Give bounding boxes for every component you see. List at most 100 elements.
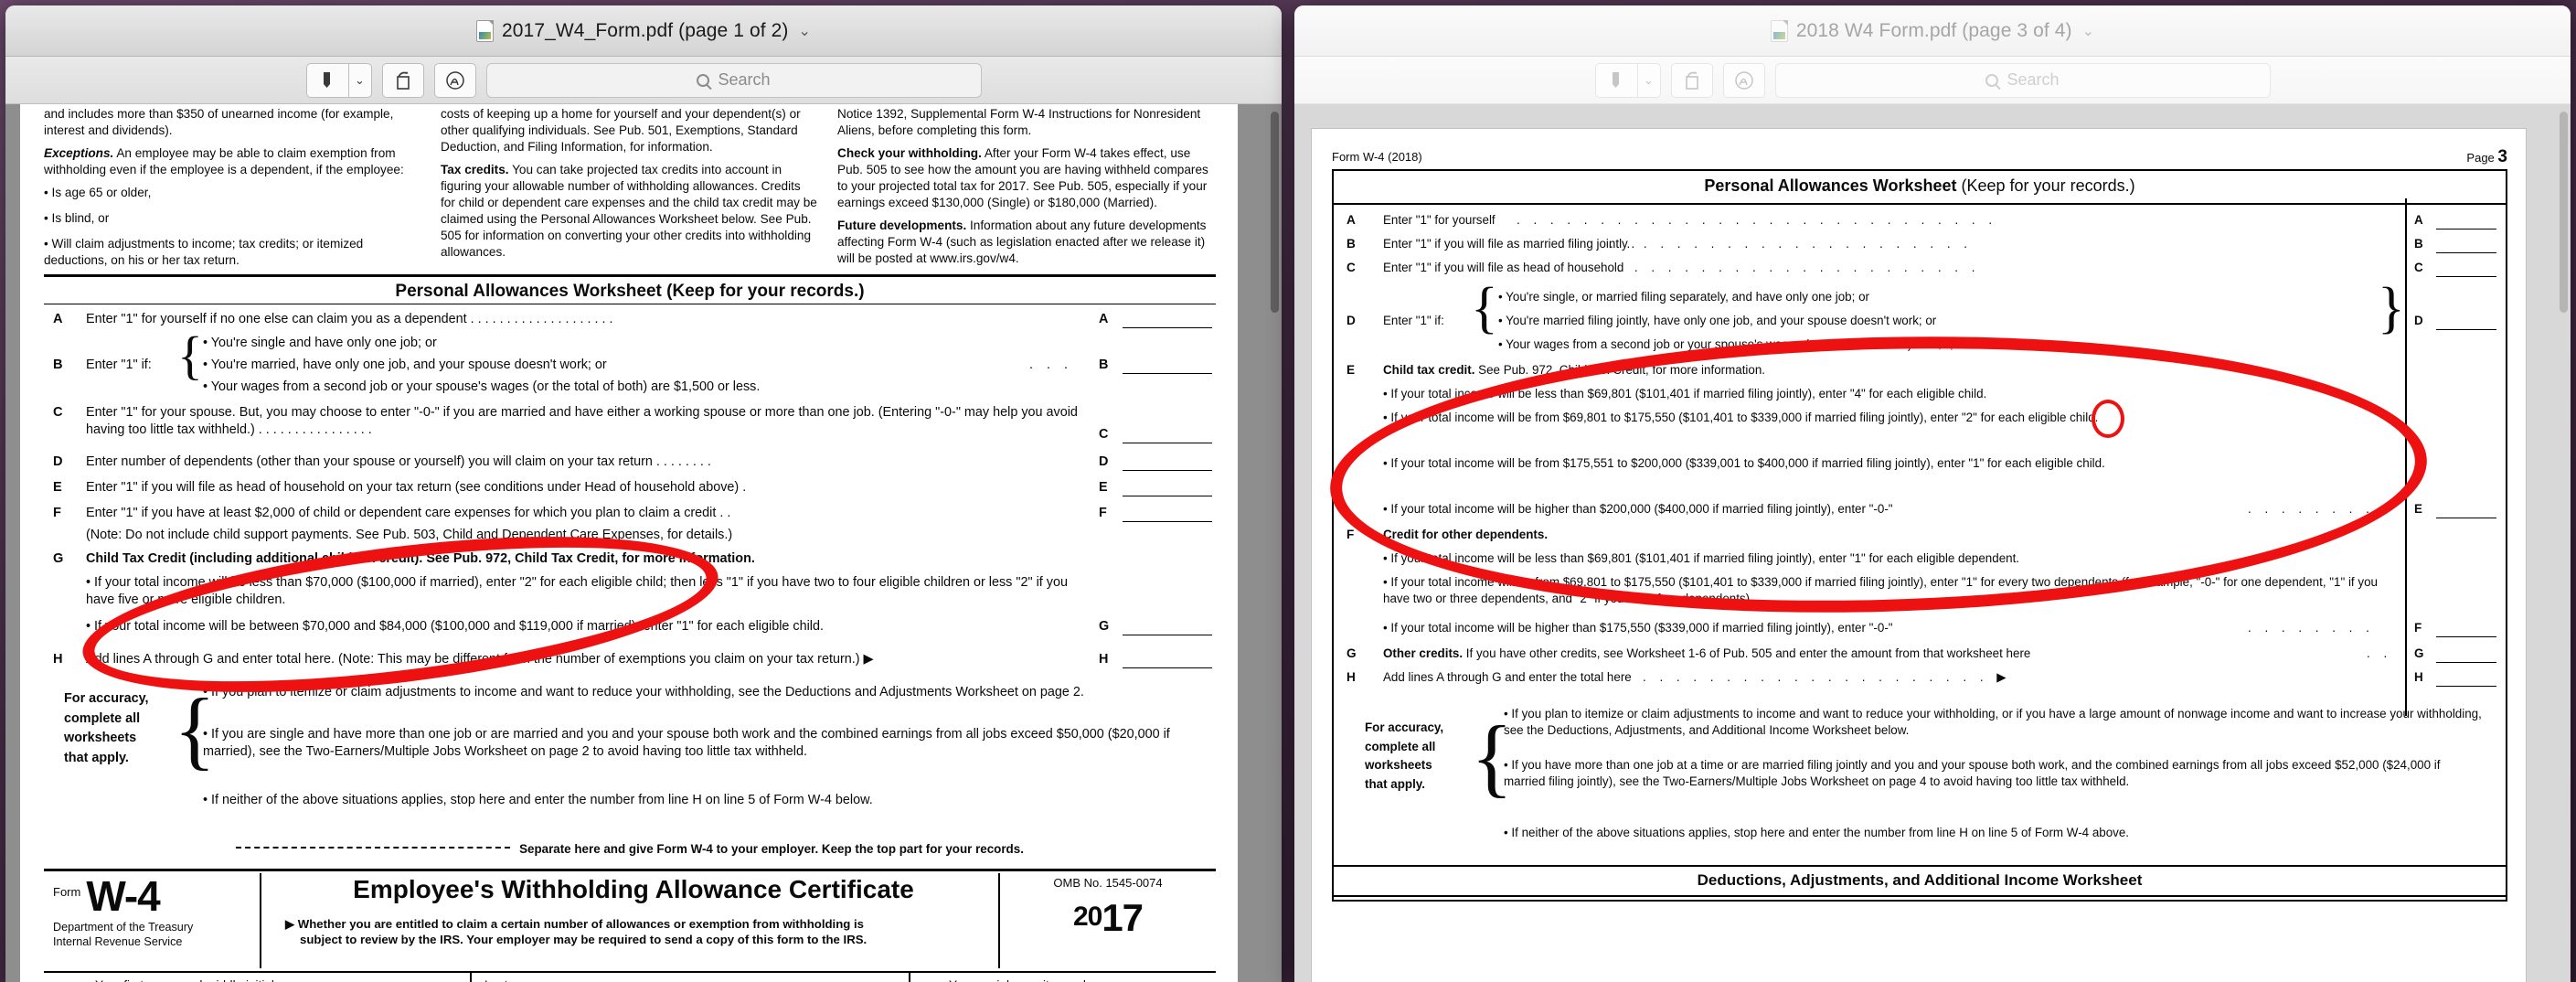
- titlebar-left[interactable]: 2017_W4_Form.pdf (page 1 of 2) ⌄: [5, 5, 1282, 57]
- scrollbar-thumb-right[interactable]: [2560, 112, 2568, 313]
- answer-line-f[interactable]: [1123, 521, 1212, 522]
- rotate-icon-left[interactable]: [381, 62, 424, 98]
- page-area-left[interactable]: and includes more than $350 of unearned …: [5, 104, 1282, 982]
- masthead-right: OMB No. 1545-0074 2017: [1009, 875, 1207, 944]
- form-label: Form: [53, 885, 81, 899]
- r-row-dots-b: . . . . . . . . . . . . . . . . . . . . …: [1610, 236, 1973, 251]
- row-bullet-b1: • You're single and have only one job; o…: [203, 336, 437, 350]
- accuracy-bullet-2: • If you are single and have more than o…: [203, 727, 1170, 759]
- search-placeholder-left: Search: [718, 70, 771, 89]
- row-letter-c: C: [53, 405, 63, 420]
- markup-pen-icon[interactable]: [305, 62, 348, 98]
- page-area-right[interactable]: Form W-4 (2018) Page 3 Personal Allowanc…: [1294, 104, 2571, 982]
- brace-icon-d-right-close: {: [2378, 276, 2405, 339]
- r-row-letter-e: E: [1347, 362, 1356, 377]
- r-row-text-g: Other credits. If you have other credits…: [1383, 646, 2389, 662]
- row-text-g: Child Tax Credit (including additional c…: [86, 551, 755, 566]
- row-bullet-g1: • If your total income will be less than…: [86, 575, 1068, 607]
- row-text-f: Enter "1" if you have at least $2,000 of…: [86, 506, 731, 520]
- r-row-bullet-d2: • You're married filing jointly, have on…: [1498, 313, 1937, 327]
- row-text-d: Enter number of dependents (other than y…: [86, 454, 711, 469]
- titlebar-right[interactable]: 2018 W4 Form.pdf (page 3 of 4) ⌄: [1294, 5, 2571, 57]
- r-row-text-e: Child tax credit. See Pub. 972, Child Ta…: [1383, 362, 2389, 379]
- search-icon-right: [1985, 73, 1999, 87]
- deductions-worksheet-title: Deductions, Adjustments, and Additional …: [1334, 864, 2506, 898]
- row-bullet-g2: • If your total income will be between $…: [86, 619, 824, 634]
- r-answer-line-b[interactable]: [2436, 251, 2496, 253]
- scrollbar-thumb-left[interactable]: [1271, 112, 1279, 313]
- form-year: 2017: [1009, 892, 1207, 943]
- field-label-ssn: Your social security number: [949, 977, 1101, 982]
- markup-pen-icon-right[interactable]: [1594, 62, 1637, 98]
- toolbar-right[interactable]: ⌄ Search: [1294, 57, 2571, 104]
- markup-tool-group-right[interactable]: ⌄: [1594, 62, 1661, 98]
- r-row-letter-c: C: [1347, 260, 1356, 274]
- answer-line-a[interactable]: [1123, 327, 1212, 328]
- r-answer-line-g[interactable]: [2436, 661, 2496, 663]
- answer-line-b[interactable]: [1123, 373, 1212, 374]
- r-answer-line-h[interactable]: [2436, 685, 2496, 687]
- field-row-name[interactable]: 1 Your first name and middle initial Las…: [44, 971, 1216, 982]
- search-input-right[interactable]: Search: [1774, 62, 2271, 98]
- masthead-left: Form W-4 Department of the Treasury Inter…: [53, 875, 256, 949]
- row-letter-g: G: [53, 551, 64, 566]
- intro-column-3: Notice 1392, Supplemental Form W-4 Instr…: [837, 106, 1214, 278]
- row-letter-d: D: [53, 454, 63, 469]
- r-accuracy-line-2: complete all: [1365, 739, 1436, 753]
- accuracy-label: For accuracy, complete all worksheets th…: [64, 689, 192, 768]
- answer-line-d[interactable]: [1123, 470, 1212, 471]
- signature-icon-right[interactable]: [1722, 62, 1765, 98]
- markup-tool-group-left[interactable]: ⌄: [305, 62, 372, 98]
- r-row-bullet-e2: • If your total income will be from $69,…: [1383, 410, 2099, 424]
- row-tag-c: C: [1099, 427, 1109, 442]
- pdf-document-icon: [475, 19, 494, 42]
- r-row-tag-e: E: [2414, 501, 2422, 516]
- search-input-left[interactable]: Search: [485, 62, 982, 98]
- search-placeholder-right: Search: [2007, 70, 2060, 89]
- window-2018-w4[interactable]: 2018 W4 Form.pdf (page 3 of 4) ⌄ ⌄ Searc…: [1294, 5, 2571, 982]
- intro-column-1: and includes more than $350 of unearned …: [44, 106, 420, 278]
- window-title-left: 2017_W4_Form.pdf (page 1 of 2): [501, 19, 789, 41]
- chevron-down-icon-right[interactable]: ⌄: [2082, 22, 2095, 40]
- page-indicator-right: Page 3: [2466, 145, 2507, 168]
- r-row-bullet-d1: • You're single, or married filing separ…: [1498, 289, 1869, 304]
- chevron-down-icon-left[interactable]: ⌄: [799, 22, 812, 40]
- window-2017-w4[interactable]: 2017_W4_Form.pdf (page 1 of 2) ⌄ ⌄ Searc…: [5, 5, 1282, 982]
- rotate-icon-right[interactable]: [1670, 62, 1713, 98]
- row-letter-a: A: [53, 312, 63, 326]
- toolbar-left[interactable]: ⌄ Search: [5, 57, 1282, 104]
- other-dependents-label: Credit for other dependents.: [1383, 527, 1549, 541]
- intro-para: Notice 1392, Supplemental Form W-4 Instr…: [837, 107, 1201, 137]
- window-title-group-right[interactable]: 2018 W4 Form.pdf (page 3 of 4) ⌄: [1770, 19, 2095, 42]
- masthead-divider-2: [998, 873, 1000, 968]
- window-title-group-left[interactable]: 2017_W4_Form.pdf (page 1 of 2) ⌄: [475, 19, 812, 42]
- signature-icon-left[interactable]: [433, 62, 476, 98]
- row-bullet-b3: • Your wages from a second job or your s…: [203, 379, 761, 394]
- markup-dropdown-chevron-icon[interactable]: ⌄: [347, 62, 372, 98]
- year-suffix: 17: [1102, 896, 1144, 940]
- masthead-divider-1: [260, 873, 261, 968]
- r-row-bullet-e1: • If your total income will be less than…: [1383, 386, 1987, 400]
- scrollbar-left[interactable]: [1270, 106, 1280, 980]
- r-row-bullet-e3: • If your total income will be from $175…: [1383, 455, 2105, 470]
- check-withholding-label: Check your withholding.: [837, 145, 982, 160]
- accuracy-line-1: For accuracy,: [64, 691, 149, 706]
- worksheet-title-left: Personal Allowances Worksheet (Keep for …: [395, 282, 865, 301]
- answer-line-h[interactable]: [1123, 667, 1212, 668]
- page-number: 3: [2497, 147, 2507, 166]
- accuracy-line-4: that apply.: [64, 750, 129, 765]
- r-answer-line-c[interactable]: [2436, 275, 2496, 277]
- r-row-letter-d: D: [1347, 313, 1356, 327]
- row-note-f: (Note: Do not include child support paym…: [86, 528, 733, 542]
- omb-number: OMB No. 1545-0074: [1053, 876, 1163, 890]
- dept-line-2: Internal Revenue Service: [53, 934, 183, 948]
- r-answer-line-d[interactable]: [2436, 328, 2496, 330]
- r-row-tag-g: G: [2414, 646, 2424, 660]
- field-divider-2: [909, 973, 910, 982]
- pdf-page-right: Form W-4 (2018) Page 3 Personal Allowanc…: [1311, 128, 2527, 982]
- scrollbar-right[interactable]: [2559, 106, 2569, 980]
- intro-para: Tax credits. You can take projected tax …: [441, 162, 817, 261]
- r-row-letter-h: H: [1347, 669, 1356, 684]
- r-answer-line-f[interactable]: [2436, 635, 2496, 637]
- markup-dropdown-chevron-icon-right[interactable]: ⌄: [1636, 62, 1661, 98]
